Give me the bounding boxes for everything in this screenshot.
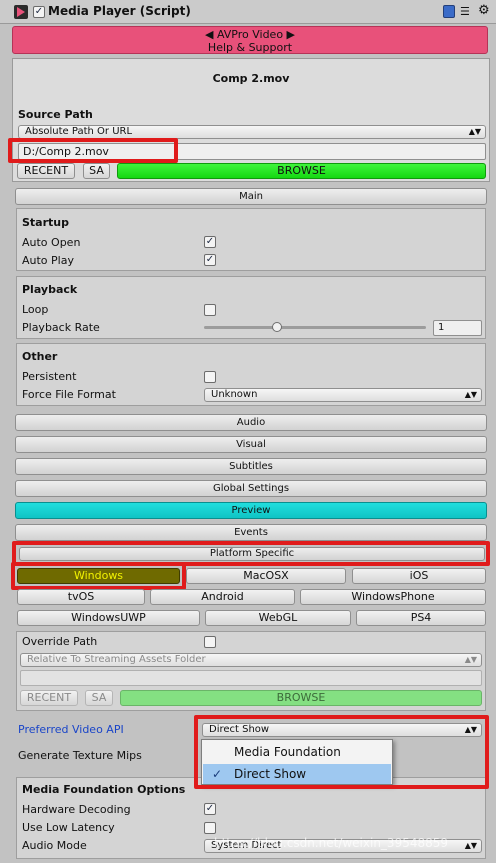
- playback-rate-input[interactable]: 1: [433, 320, 482, 336]
- auto-play-checkbox[interactable]: ✓: [204, 254, 216, 266]
- override-sa-button: SA: [85, 690, 113, 706]
- help-book-icon[interactable]: [443, 5, 455, 18]
- recent-button[interactable]: RECENT: [17, 163, 75, 179]
- startup-heading: Startup: [22, 216, 69, 229]
- force-file-format-select[interactable]: Unknown ▲▼: [204, 388, 482, 402]
- tab-android[interactable]: Android: [150, 589, 295, 605]
- component-enabled-checkbox[interactable]: ✓: [33, 6, 45, 18]
- hardware-decoding-checkbox[interactable]: ✓: [204, 803, 216, 815]
- windows-highlight-box: [11, 562, 186, 590]
- gear-icon[interactable]: ⚙: [478, 3, 490, 19]
- events-section-button[interactable]: Events: [15, 524, 487, 541]
- preview-section-button[interactable]: Preview: [15, 502, 487, 519]
- override-path-input: [20, 670, 482, 686]
- tab-tvos[interactable]: tvOS: [17, 589, 145, 605]
- override-path-mode-value: Relative To Streaming Assets Folder: [27, 654, 206, 665]
- persistent-label: Persistent: [22, 370, 77, 383]
- override-path-mode-select: Relative To Streaming Assets Folder ▲▼: [20, 653, 482, 667]
- tab-windowsphone[interactable]: WindowsPhone: [300, 589, 486, 605]
- avpro-help-banner[interactable]: ◀ AVPro Video ▶ Help & Support: [12, 26, 488, 54]
- auto-open-checkbox[interactable]: ✓: [204, 236, 216, 248]
- banner-subtitle: Help & Support: [207, 41, 293, 54]
- sa-button[interactable]: SA: [83, 163, 110, 179]
- dropdown-arrow-icon: ▲▼: [464, 390, 477, 399]
- use-low-latency-label: Use Low Latency: [22, 821, 115, 834]
- playback-rate-slider-track[interactable]: [204, 326, 426, 329]
- force-file-format-value: Unknown: [211, 389, 258, 400]
- source-path-mode-value: Absolute Path Or URL: [25, 126, 133, 137]
- override-recent-button: RECENT: [20, 690, 78, 706]
- loop-label: Loop: [22, 303, 49, 316]
- file-name: Comp 2.mov: [212, 72, 290, 85]
- use-low-latency-checkbox[interactable]: [204, 822, 216, 834]
- persistent-checkbox[interactable]: [204, 371, 216, 383]
- override-browse-button: BROWSE: [120, 690, 482, 706]
- tab-ps4[interactable]: PS4: [356, 610, 486, 626]
- dropdown-arrow-icon: ▲▼: [468, 127, 481, 136]
- playback-heading: Playback: [22, 283, 78, 296]
- preferred-video-api-label: Preferred Video API: [18, 723, 124, 736]
- script-icon: [14, 5, 28, 19]
- browse-button[interactable]: BROWSE: [117, 163, 486, 179]
- other-heading: Other: [22, 350, 58, 363]
- auto-open-label: Auto Open: [22, 236, 81, 249]
- visual-section-button[interactable]: Visual: [15, 436, 487, 453]
- watermark-text: https://blog.csdn.net/weixin_39548859: [214, 836, 449, 850]
- audio-section-button[interactable]: Audio: [15, 414, 487, 431]
- tab-windowsuwp[interactable]: WindowsUWP: [17, 610, 200, 626]
- main-section-button[interactable]: Main: [15, 188, 487, 205]
- generate-texture-mips-label: Generate Texture Mips: [18, 749, 142, 762]
- global-settings-section-button[interactable]: Global Settings: [15, 480, 487, 497]
- component-title: Media Player (Script): [48, 4, 191, 18]
- preset-icon[interactable]: ☰: [460, 6, 470, 18]
- startup-box: [16, 208, 486, 271]
- dropdown-arrow-icon: ▲▼: [464, 655, 477, 664]
- subtitles-section-button[interactable]: Subtitles: [15, 458, 487, 475]
- loop-checkbox[interactable]: [204, 304, 216, 316]
- playback-rate-label: Playback Rate: [22, 321, 100, 334]
- path-highlight-box: [8, 138, 178, 163]
- override-path-checkbox[interactable]: [204, 636, 216, 648]
- banner-title: ◀ AVPro Video ▶: [204, 28, 296, 41]
- media-foundation-options-heading: Media Foundation Options: [22, 783, 186, 796]
- override-path-label: Override Path: [22, 635, 98, 648]
- hardware-decoding-label: Hardware Decoding: [22, 803, 131, 816]
- api-highlight-box: [194, 715, 489, 789]
- tab-webgl[interactable]: WebGL: [205, 610, 351, 626]
- source-path-heading: Source Path: [18, 108, 93, 121]
- source-path-mode-select[interactable]: Absolute Path Or URL ▲▼: [18, 125, 486, 139]
- auto-play-label: Auto Play: [22, 254, 74, 267]
- force-file-format-label: Force File Format: [22, 388, 116, 401]
- tab-ios[interactable]: iOS: [352, 568, 486, 584]
- dropdown-arrow-icon: ▲▼: [464, 841, 477, 850]
- audio-mode-label: Audio Mode: [22, 839, 87, 852]
- tab-macosx[interactable]: MacOSX: [186, 568, 346, 584]
